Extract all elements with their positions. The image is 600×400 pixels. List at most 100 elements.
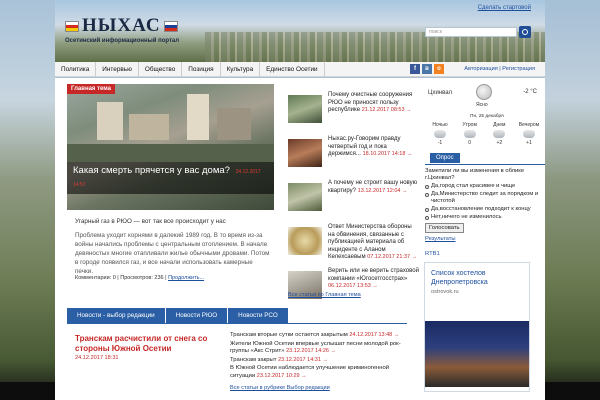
logo[interactable]: НЫХАС [65, 15, 178, 37]
ad-source[interactable]: ostrovok.ru [431, 289, 459, 295]
ad-banner[interactable]: Список хостелов Днепропетровска ostrovok… [424, 262, 530, 392]
radio-button[interactable] [425, 207, 429, 212]
poll-option[interactable]: Нет,ничего не изменилось [425, 214, 545, 221]
tabs-divider [67, 323, 407, 324]
radio-button[interactable] [425, 192, 429, 197]
site-tagline: Осетинский информационный портал [65, 38, 180, 44]
feature-title[interactable]: Какая смерть прячется у вас дома? 24.12.… [67, 162, 274, 194]
ad-image[interactable] [425, 321, 529, 387]
tab-news-title[interactable]: В Южной Осетии наблюдается улучшение кри… [230, 365, 389, 378]
social-icons: f в о [410, 64, 444, 74]
poll-option-label[interactable]: Да,город стал красивее и чище [431, 183, 515, 190]
poll-divider [425, 164, 545, 165]
background-landscape-left [0, 0, 55, 400]
list-item[interactable]: Почему очистные сооружения РЮО не принос… [288, 92, 418, 136]
news-title[interactable]: Верить или не верить страховой компании … [328, 268, 419, 282]
list-item[interactable]: Транскам закрыт 23.12.2017 14:31 → [230, 357, 408, 364]
all-news-link[interactable]: Все статьи по Главная тема [288, 292, 361, 298]
poll-option-label[interactable]: Да,восстановление подходит к концу [431, 206, 531, 213]
flag-south-ossetia-icon [65, 20, 79, 32]
news-date: 21.12.2017 08:53 → [361, 107, 412, 114]
tab-news-date: 23.12.2017 14:31 → [278, 356, 328, 363]
weather-period-name: Ночью [432, 122, 448, 128]
tab-news-rso[interactable]: Новости РСО [228, 308, 288, 323]
list-item[interactable]: А почему не строит вашу новую квартиру? … [288, 180, 418, 224]
poll-option[interactable]: Да,восстановление подходит к концу [425, 206, 545, 213]
poll-option[interactable]: Да,Министерство следит за порядком и чис… [425, 191, 545, 205]
poll-header: Опрос [430, 153, 460, 163]
feature-more-link[interactable]: Продолжить... [168, 275, 204, 281]
poll: Заметили ли вы изменения в облике г.Цхин… [425, 168, 545, 243]
tab-main-title[interactable]: Транскам расчистили от снега со стороны … [75, 334, 225, 353]
weather-period-temp: -1 [437, 140, 443, 146]
tab-news-date: 23.12.2017 10:29 → [256, 372, 307, 379]
flag-russia-icon [163, 20, 178, 32]
tab-main-story: Транскам расчистили от снега со стороны … [75, 334, 225, 361]
tab-news-ryuo[interactable]: Новости РЮО [165, 308, 228, 323]
news-date: 06.12.2017 13:53 → [328, 283, 378, 290]
radio-button[interactable] [425, 215, 429, 220]
nav-item-culture[interactable]: Культура [221, 61, 261, 77]
cloud-icon [434, 130, 446, 138]
tab-news-title[interactable]: Транскам закрыт [230, 357, 276, 363]
poll-option-label[interactable]: Да,Министерство следит за порядком и чис… [431, 191, 545, 205]
list-item[interactable]: Жители Южной Осетии впервые услышат песн… [230, 341, 408, 355]
list-item[interactable]: Верить или не верить страховой компании … [288, 268, 419, 312]
weather-period: Ночью -1 [426, 122, 454, 146]
ad-title[interactable]: Список хостелов Днепропетровска [431, 269, 529, 287]
nav-item-position[interactable]: Позиция [182, 61, 221, 77]
auth-links[interactable]: Авторизация | Регистрация [464, 62, 535, 77]
list-item[interactable]: Ныхас.ру-Говорим правду четвертый год и … [288, 136, 418, 180]
news-thumbnail[interactable] [288, 95, 322, 123]
cloud-icon [493, 130, 506, 138]
logo-text: НЫХАС [82, 15, 161, 36]
tab-news-title[interactable]: Транскам вторые сутки остается закрытым [230, 332, 348, 338]
poll-option[interactable]: Да,город стал красивее и чище [425, 183, 545, 190]
weather-period-temp: 0 [468, 140, 472, 146]
news-list: Почему очистные сооружения РЮО не принос… [288, 92, 419, 312]
header: НЫХАС Осетинский информационный портал С… [55, 0, 545, 62]
news-thumbnail[interactable] [288, 227, 322, 255]
weather-period-temp: +1 [526, 140, 532, 146]
news-thumbnail[interactable] [288, 139, 322, 167]
main-navigation: Политика Интервью Общество Позиция Культ… [55, 61, 545, 77]
ad-label: RTB1 [425, 251, 440, 257]
list-item[interactable]: В Южной Осетии наблюдается улучшение кри… [230, 365, 408, 379]
poll-option-label[interactable]: Нет,ничего не изменилось [431, 214, 502, 221]
facebook-icon[interactable]: f [410, 64, 420, 74]
tab-news-date: 23.12.2017 14:26 → [286, 347, 336, 354]
nav-item-ossetia-unity[interactable]: Единство Осетии [260, 61, 325, 77]
news-date: 07.12.2017 21:37 → [367, 254, 418, 261]
weather-period: Днем +2 [485, 122, 513, 146]
background-landscape-right [545, 0, 600, 400]
nav-item-society[interactable]: Общество [139, 61, 183, 77]
weather-period: Утром 0 [456, 122, 484, 146]
list-item[interactable]: Ответ Министерства обороны на обвинения,… [288, 224, 418, 268]
news-date: 18.10.2017 14:18 → [362, 151, 413, 158]
tab-all-link[interactable]: Все статьи в рубрике Выбор редакции [230, 385, 330, 391]
main-feature: Главная тема Какая смерть прячется у вас… [67, 84, 274, 284]
vote-button[interactable]: Голосовать [425, 223, 464, 233]
vkontakte-icon[interactable]: в [422, 64, 432, 74]
tab-main-date: 24.12.2017 18:31 [75, 355, 119, 361]
news-date: 13.12.2017 12:04 → [357, 187, 408, 194]
odnoklassniki-icon[interactable]: о [434, 64, 444, 74]
make-start-page-link[interactable]: Сделать стартовой [478, 5, 531, 11]
tab-news-list: Транскам вторые сутки остается закрытым … [230, 332, 408, 381]
feature-title-text[interactable]: Какая смерть прячется у вас дома? [73, 165, 230, 176]
news-tabs: Новости - выбор редакции Новости РЮО Нов… [67, 308, 407, 323]
tab-editors-choice[interactable]: Новости - выбор редакции [67, 308, 165, 323]
nav-item-politics[interactable]: Политика [55, 61, 97, 77]
weather-periods: Ночью -1 Утром 0 Днем +2 Вечером +1 [426, 122, 543, 146]
radio-button[interactable] [425, 184, 429, 189]
list-item[interactable]: Транскам вторые сутки остается закрытым … [230, 332, 408, 339]
weather-period-name: Днем [493, 122, 506, 128]
cloud-icon [463, 130, 476, 138]
poll-results-link[interactable]: Результаты [425, 236, 545, 243]
weather-period: Вечером +1 [515, 122, 543, 146]
weather-city: Цхинвал [428, 90, 453, 96]
search-input[interactable]: поиск [425, 27, 517, 37]
nav-item-interview[interactable]: Интервью [96, 61, 139, 77]
news-thumbnail[interactable] [288, 183, 322, 211]
search-button[interactable] [519, 26, 531, 38]
